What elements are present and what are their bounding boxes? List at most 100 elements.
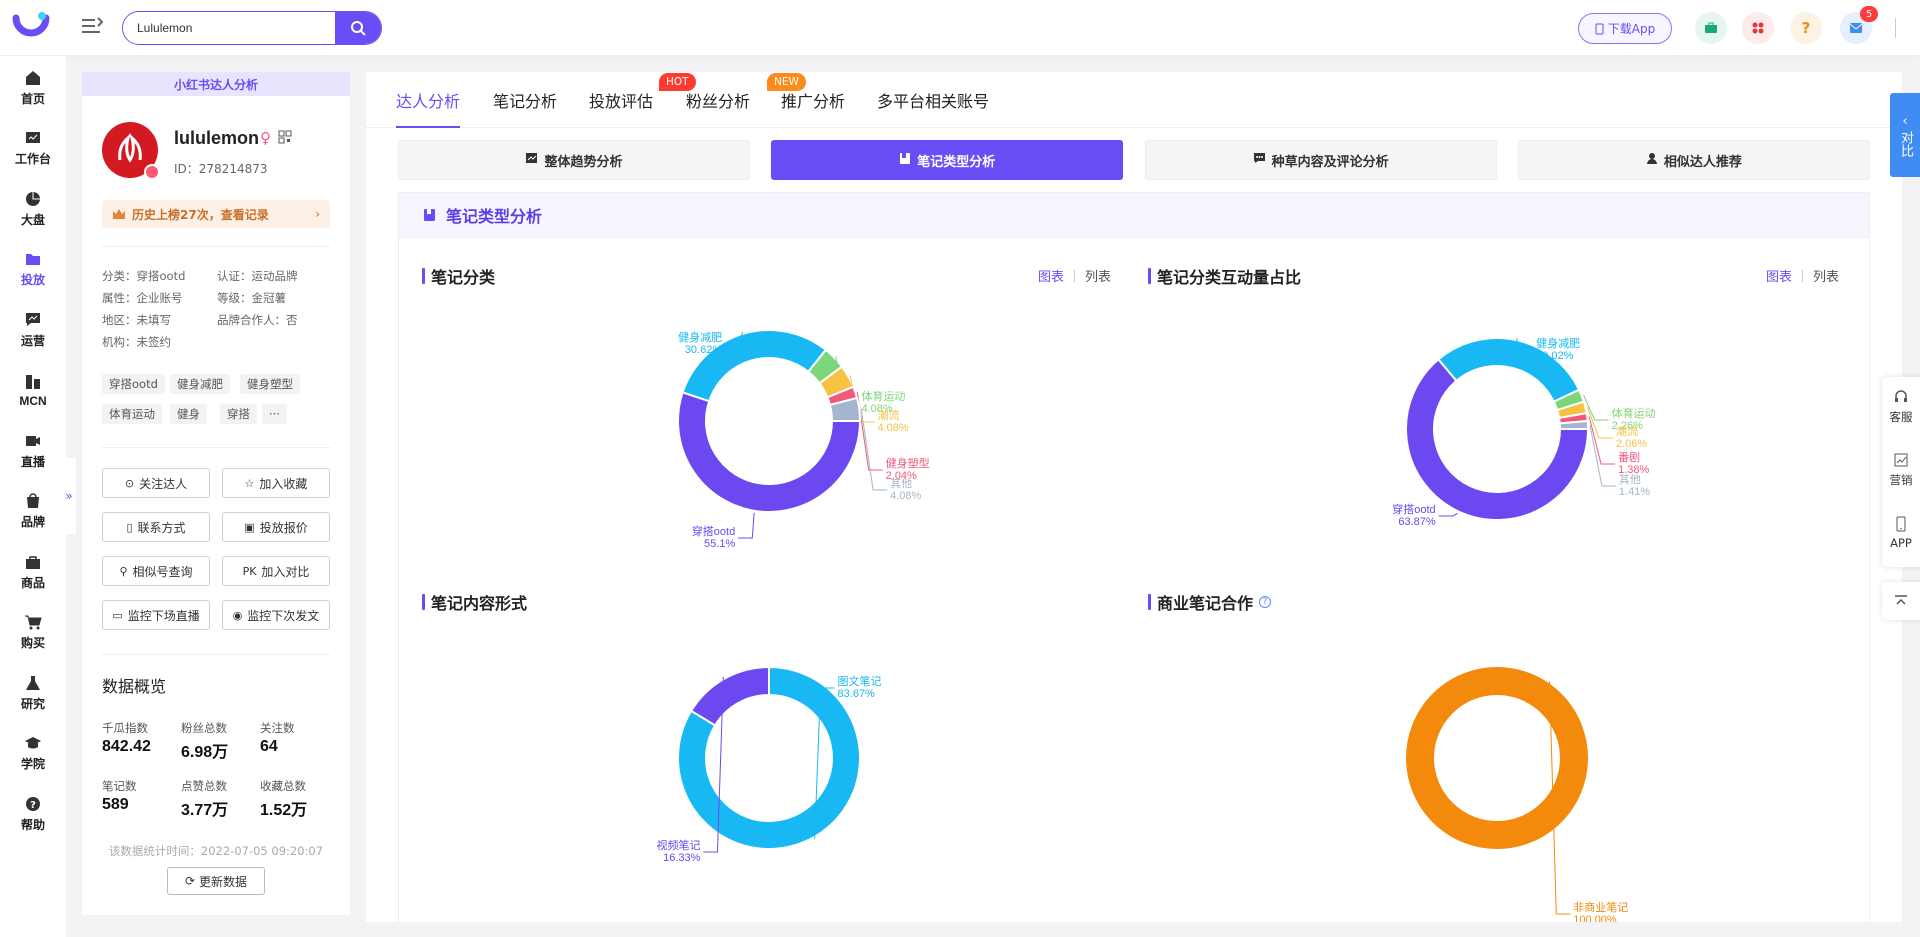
marketing-button[interactable]: 营销 — [1882, 440, 1920, 500]
mail-icon — [1849, 23, 1863, 33]
info-icon[interactable]: ? — [1259, 596, 1272, 608]
profile-attribute: 分类：穿搭ootd — [102, 269, 186, 283]
profile-tag[interactable]: 体育运动 — [102, 404, 162, 424]
follow-button[interactable]: ⊙ 关注达人 — [102, 468, 210, 498]
slice-value-label: 4.08% — [890, 490, 921, 502]
menu-toggle-icon[interactable] — [80, 16, 104, 38]
nav-item-12[interactable]: 学院 — [0, 726, 66, 782]
slice-category-label: 健身塑型 — [886, 456, 930, 470]
tab-5[interactable]: 推广分析 NEW — [767, 73, 846, 128]
profile-tag[interactable]: ··· — [262, 404, 287, 424]
search-icon: ⚲ — [119, 564, 128, 578]
slice-category-label: 视频笔记 — [656, 838, 700, 852]
eye-icon: ⊙ — [124, 476, 135, 490]
leader-line — [1438, 512, 1458, 517]
search-button[interactable] — [335, 12, 381, 44]
apps-grid-icon — [1752, 22, 1764, 34]
divider — [102, 654, 330, 655]
subtab-2[interactable]: 笔记类型分析 — [771, 140, 1124, 180]
subtab-label: 相似达人推荐 — [1663, 154, 1742, 170]
app-button[interactable]: APP — [1882, 503, 1920, 563]
customer-service-button[interactable]: 客服 — [1882, 377, 1920, 437]
tab-4[interactable]: 粉丝分析 — [686, 88, 750, 128]
profile-attribute: 认证：运动品牌 — [217, 269, 298, 283]
profile-tag[interactable]: 穿搭 — [220, 404, 257, 424]
similar-search-button[interactable]: ⚲ 相似号查询 — [102, 556, 210, 586]
nav-item-11[interactable]: 研究 — [0, 665, 66, 721]
nav-item-4[interactable]: 投放 — [0, 242, 66, 298]
profile-tag[interactable]: 健身 — [170, 404, 207, 424]
home-icon — [24, 70, 42, 86]
nav-item-1[interactable]: 首页 — [0, 60, 66, 116]
nav-item-3[interactable]: 大盘 — [0, 181, 66, 237]
nav-item-7[interactable]: 直播 — [0, 423, 66, 479]
action-label: 加入收藏 — [259, 476, 308, 491]
brand-icon — [24, 493, 42, 509]
slice-value-label: 29.02% — [1536, 350, 1574, 362]
profile-tag[interactable]: 穿搭ootd — [102, 374, 165, 394]
action-label: 监控下场直播 — [127, 608, 200, 623]
add-compare-button[interactable]: PK 加入对比 — [222, 556, 330, 586]
nav-item-6[interactable]: MCN — [0, 363, 66, 419]
help-button[interactable]: ? — [1790, 12, 1822, 44]
slice-category-label: 穿搭ootd — [692, 524, 735, 538]
nav-label: 学院 — [20, 757, 45, 771]
history-ranking-link[interactable]: 历史上榜27次，查看记录 › — [102, 200, 330, 228]
verified-icon — [144, 164, 160, 180]
section-header: 笔记类型分析 — [398, 192, 1870, 238]
subtab-3[interactable]: 种草内容及评论分析 — [1144, 140, 1497, 180]
tab-label: 粉丝分析 — [686, 92, 751, 111]
logo-icon[interactable] — [12, 10, 50, 44]
compare-sidebar-toggle[interactable]: ‹ 对比 — [1890, 93, 1920, 177]
nav-item-8[interactable]: 品牌 — [0, 484, 66, 540]
contact-button[interactable]: ▯ 联系方式 — [102, 512, 210, 542]
profile-tag[interactable]: 健身塑型 — [240, 374, 300, 394]
pie-slice[interactable] — [689, 665, 770, 727]
action-label: 关注达人 — [139, 476, 188, 491]
nav-label: 直播 — [20, 454, 45, 469]
divider — [1802, 269, 1804, 282]
monitor-post-button[interactable]: ◉ 监控下次发文 — [222, 600, 330, 630]
nav-item-13[interactable]: ? 帮助 — [0, 786, 66, 842]
pie-slice[interactable] — [1558, 419, 1590, 430]
help-icon: ? — [24, 796, 42, 812]
profile-tag[interactable]: 健身减肥 — [170, 374, 230, 394]
favorite-button[interactable]: ☆ 加入收藏 — [222, 468, 330, 498]
slice-value-label: 63.87% — [1398, 516, 1436, 528]
profile-panel: 小红书达人分析 lululemon ♀ ID：278214873 历史上榜27次… — [82, 72, 350, 915]
tab-label: 推广分析 — [781, 92, 846, 111]
notification-button[interactable]: 5 — [1840, 6, 1878, 44]
tab-1[interactable]: 达人分析 — [396, 88, 461, 128]
nav-item-5[interactable]: 运营 — [0, 302, 66, 358]
tab-3[interactable]: 投放评估 HOT — [589, 73, 696, 128]
subtab-1[interactable]: 整体趋势分析 — [398, 140, 750, 180]
refresh-data-button[interactable]: ⟳ 更新数据 — [167, 867, 265, 895]
folder-icon — [24, 251, 42, 267]
nav-item-10[interactable]: 购买 — [0, 605, 66, 661]
profile-name: lululemon — [174, 128, 259, 148]
tab-label: 达人分析 — [396, 92, 461, 111]
monitor-live-button[interactable]: ▭ 监控下场直播 — [102, 600, 210, 630]
tab-6[interactable]: 多平台相关账号 — [877, 88, 989, 128]
notification-badge: 5 — [1860, 6, 1878, 22]
lululemon-logo-icon — [118, 133, 142, 163]
nav-label: 大盘 — [20, 212, 45, 227]
quote-button[interactable]: ▣ 投放报价 — [222, 512, 330, 542]
apps-button[interactable] — [1742, 12, 1774, 44]
download-app-button[interactable]: 下载App — [1578, 13, 1672, 44]
subtab-4[interactable]: 相似达人推荐 — [1517, 140, 1870, 180]
briefcase-button[interactable] — [1695, 12, 1727, 44]
expand-handle-icon[interactable]: » — [62, 458, 76, 534]
tab-label: 笔记分析 — [493, 92, 558, 111]
tab-badge: NEW — [767, 73, 806, 91]
qr-code-icon[interactable] — [278, 130, 292, 144]
nav-item-9[interactable]: 商品 — [0, 544, 66, 600]
mcn-icon — [24, 374, 42, 390]
search-input[interactable] — [123, 12, 335, 44]
profile-panel-header: 小红书达人分析 — [82, 72, 350, 96]
back-to-top-button[interactable] — [1882, 582, 1920, 620]
nav-item-2[interactable]: 工作台 — [0, 121, 66, 177]
tab-2[interactable]: 笔记分析 — [493, 88, 557, 128]
pie-slice[interactable] — [1406, 667, 1588, 849]
subtab-label: 种草内容及评论分析 — [1271, 154, 1389, 170]
